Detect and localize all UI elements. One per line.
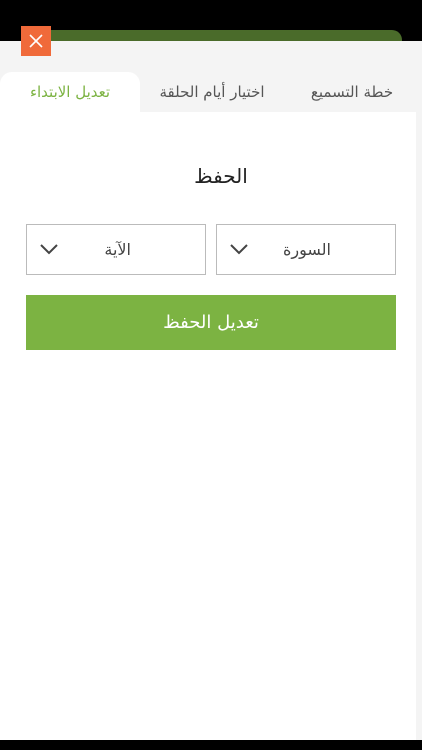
ayah-select[interactable]: الآية [26,224,206,275]
surah-select[interactable]: السورة [216,224,396,275]
tab-edit-start[interactable]: تعديل الابتداء [0,72,140,112]
tab-bar: خطة التسميع اختيار أيام الحلقة تعديل الا… [0,72,422,112]
close-icon [29,34,43,48]
surah-select-label: السورة [283,240,331,259]
section-title: الحفظ [194,164,248,188]
tab-recitation-plan[interactable]: خطة التسميع [290,72,414,112]
chevron-down-icon [40,244,58,255]
chevron-down-icon [230,244,248,255]
close-button[interactable] [21,26,51,56]
edit-memorization-button[interactable]: تعديل الحفظ [26,295,396,350]
tab-circle-days[interactable]: اختيار أيام الحلقة [142,72,282,112]
bottom-bar [0,740,422,750]
status-bar [0,0,422,30]
tab-panel: الحفظ السورة الآية تعديل الحفظ [0,112,416,740]
ayah-select-label: الآية [104,240,131,259]
